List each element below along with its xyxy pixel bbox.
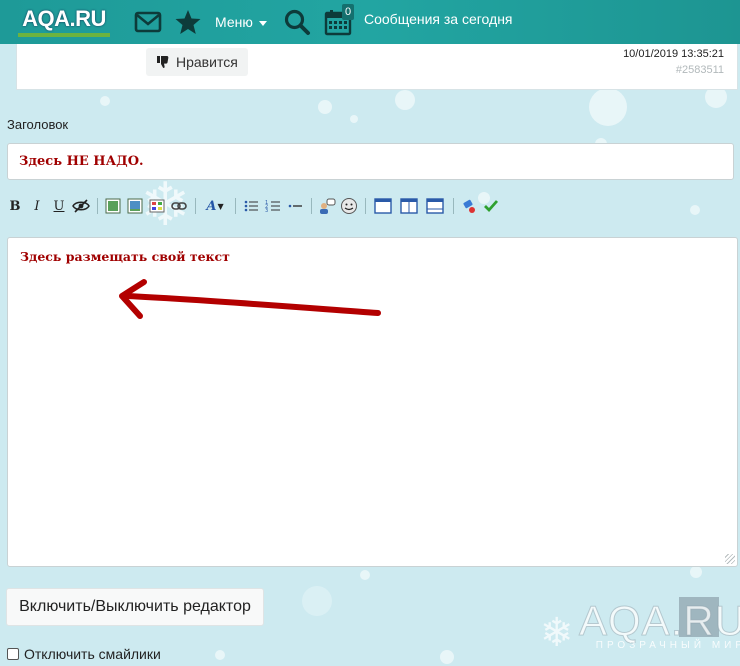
caret-down-icon: ▼ — [217, 201, 224, 211]
toolbar-separator — [235, 198, 236, 214]
toolbar-separator — [453, 198, 454, 214]
post-date: 10/01/2019 13:35:21 — [623, 48, 724, 60]
like-label: Нравится — [176, 54, 238, 70]
toolbar-separator — [97, 198, 98, 214]
toggle-editor-button[interactable]: Включить/Выключить редактор — [6, 588, 264, 626]
columns-icon — [400, 198, 418, 214]
title-field-label: Заголовок — [7, 117, 69, 132]
list-item-icon — [288, 204, 302, 208]
window-icon — [374, 198, 392, 214]
like-button[interactable]: Нравится — [146, 48, 248, 76]
list-item-button[interactable] — [286, 197, 304, 215]
quote-user-icon — [320, 198, 336, 214]
link-icon — [171, 202, 187, 210]
toolbar-separator — [311, 198, 312, 214]
eraser-icon — [463, 199, 475, 213]
quote-button[interactable] — [318, 197, 336, 215]
disable-smileys-checkbox[interactable] — [7, 648, 19, 660]
title-input[interactable]: Здесь НЕ НАДО. — [7, 143, 734, 180]
menu-dropdown[interactable]: Меню — [215, 14, 267, 30]
smiley-icon — [341, 198, 357, 214]
font-color-button[interactable]: A ▼ — [202, 197, 228, 215]
image-icon — [105, 198, 121, 214]
star-icon[interactable] — [174, 8, 202, 36]
upload-image-button[interactable] — [126, 197, 144, 215]
logo-underline — [18, 33, 110, 37]
editor-toolbar: B I U A ▼ 1 2 3 — [6, 194, 504, 218]
italic-button[interactable]: I — [28, 197, 46, 215]
insert-link-button[interactable] — [170, 197, 188, 215]
red-arrow-annotation — [119, 279, 381, 319]
message-editor[interactable]: Здесь размещать свой текст — [7, 237, 738, 567]
rows-icon — [426, 198, 444, 214]
envelope-icon[interactable] — [134, 8, 162, 36]
editor-content: Здесь размещать свой текст — [20, 249, 230, 264]
toolbar-separator — [195, 198, 196, 214]
spellcheck-button[interactable] — [482, 197, 500, 215]
font-color-label: A — [206, 198, 217, 214]
watermark-sub: ПРОЗРАЧНЫЙ МИР — [595, 640, 740, 651]
caret-down-icon — [258, 20, 267, 26]
numbered-list-button[interactable]: 123 — [264, 197, 282, 215]
post-number-link[interactable]: #2583511 — [676, 64, 724, 76]
smiley-button[interactable] — [340, 197, 358, 215]
site-logo[interactable]: AQA.RU — [16, 6, 112, 38]
menu-label: Меню — [215, 14, 253, 30]
site-watermark: AQA.RU ПРОЗРАЧНЫЙ МИР — [578, 597, 740, 651]
toolbar-separator — [365, 198, 366, 214]
remove-format-button[interactable] — [460, 197, 478, 215]
todays-messages-link[interactable]: Сообщения за сегодня — [364, 11, 513, 27]
top-nav-bar: AQA.RU Меню 0 Сообщения за сегодня — [0, 0, 740, 44]
watermark-main: AQA.RU — [578, 597, 740, 644]
gallery-button[interactable] — [148, 197, 166, 215]
thumbs-down-icon — [157, 56, 169, 68]
numbered-list-icon: 123 — [265, 200, 280, 214]
layout-full-button[interactable] — [372, 197, 394, 215]
image-upload-icon — [127, 198, 143, 214]
disable-smileys-label: Отключить смайлики — [24, 646, 161, 662]
checkmark-icon — [484, 200, 499, 213]
search-icon[interactable] — [283, 8, 311, 36]
gallery-icon — [149, 199, 165, 213]
spoiler-button[interactable] — [72, 197, 90, 215]
layout-rows-button[interactable] — [424, 197, 446, 215]
bullet-list-button[interactable] — [242, 197, 260, 215]
calendar-count-badge: 0 — [342, 4, 354, 20]
bold-button[interactable]: B — [6, 197, 24, 215]
layout-columns-button[interactable] — [398, 197, 420, 215]
previous-post-footer: Нравится 10/01/2019 13:35:21 #2583511 — [16, 44, 738, 90]
insert-image-button[interactable] — [104, 197, 122, 215]
svg-text:3: 3 — [265, 208, 268, 214]
bullet-list-icon — [244, 200, 258, 212]
eye-slash-icon — [72, 199, 90, 213]
logo-text: AQA.RU — [22, 6, 106, 31]
resize-grip[interactable] — [725, 554, 735, 564]
underline-button[interactable]: U — [50, 197, 68, 215]
disable-smileys-option[interactable]: Отключить смайлики — [7, 646, 161, 662]
